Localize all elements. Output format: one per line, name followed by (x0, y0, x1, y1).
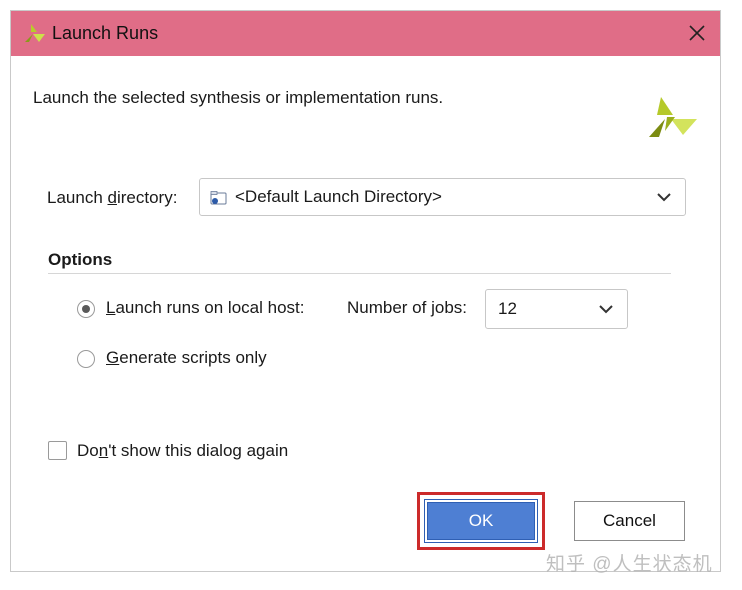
scripts-only-radio-label[interactable]: Generate scripts only (106, 348, 267, 368)
number-of-jobs-select[interactable]: 12 (485, 289, 628, 329)
dont-show-again-label[interactable]: Don't show this dialog again (77, 441, 288, 461)
launch-directory-label: Launch directory: (47, 188, 178, 207)
local-host-radio[interactable] (77, 300, 95, 318)
dont-show-again-checkbox[interactable] (48, 441, 67, 460)
options-heading: Options (48, 250, 113, 269)
radio-selected-dot (82, 305, 90, 313)
xilinx-logo-icon (25, 24, 45, 42)
cancel-button[interactable]: Cancel (574, 501, 685, 541)
options-divider (48, 273, 671, 274)
xilinx-brand-logo-icon (649, 97, 697, 137)
launch-directory-select[interactable]: <Default Launch Directory> (199, 178, 686, 216)
dialog-description: Launch the selected synthesis or impleme… (33, 88, 444, 107)
ok-button[interactable]: OK (424, 499, 538, 543)
window-title: Launch Runs (52, 23, 159, 43)
folder-icon (210, 191, 227, 205)
chevron-down-icon[interactable] (599, 305, 613, 314)
scripts-only-radio[interactable] (77, 350, 95, 368)
title-bar: Launch Runs (11, 11, 720, 56)
number-of-jobs-label: Number of jobs: (347, 298, 468, 317)
chevron-down-icon[interactable] (657, 193, 671, 202)
watermark: 知乎 @人生状态机 (546, 554, 713, 575)
number-of-jobs-value: 12 (498, 299, 517, 318)
launch-directory-value: <Default Launch Directory> (235, 187, 442, 206)
launch-runs-dialog: Launch Runs Launch the selected synthesi… (10, 10, 721, 575)
local-host-radio-label[interactable]: Launch runs on local host: (106, 298, 304, 318)
dialog-body: Launch the selected synthesis or impleme… (11, 56, 720, 575)
close-icon[interactable] (684, 20, 710, 46)
